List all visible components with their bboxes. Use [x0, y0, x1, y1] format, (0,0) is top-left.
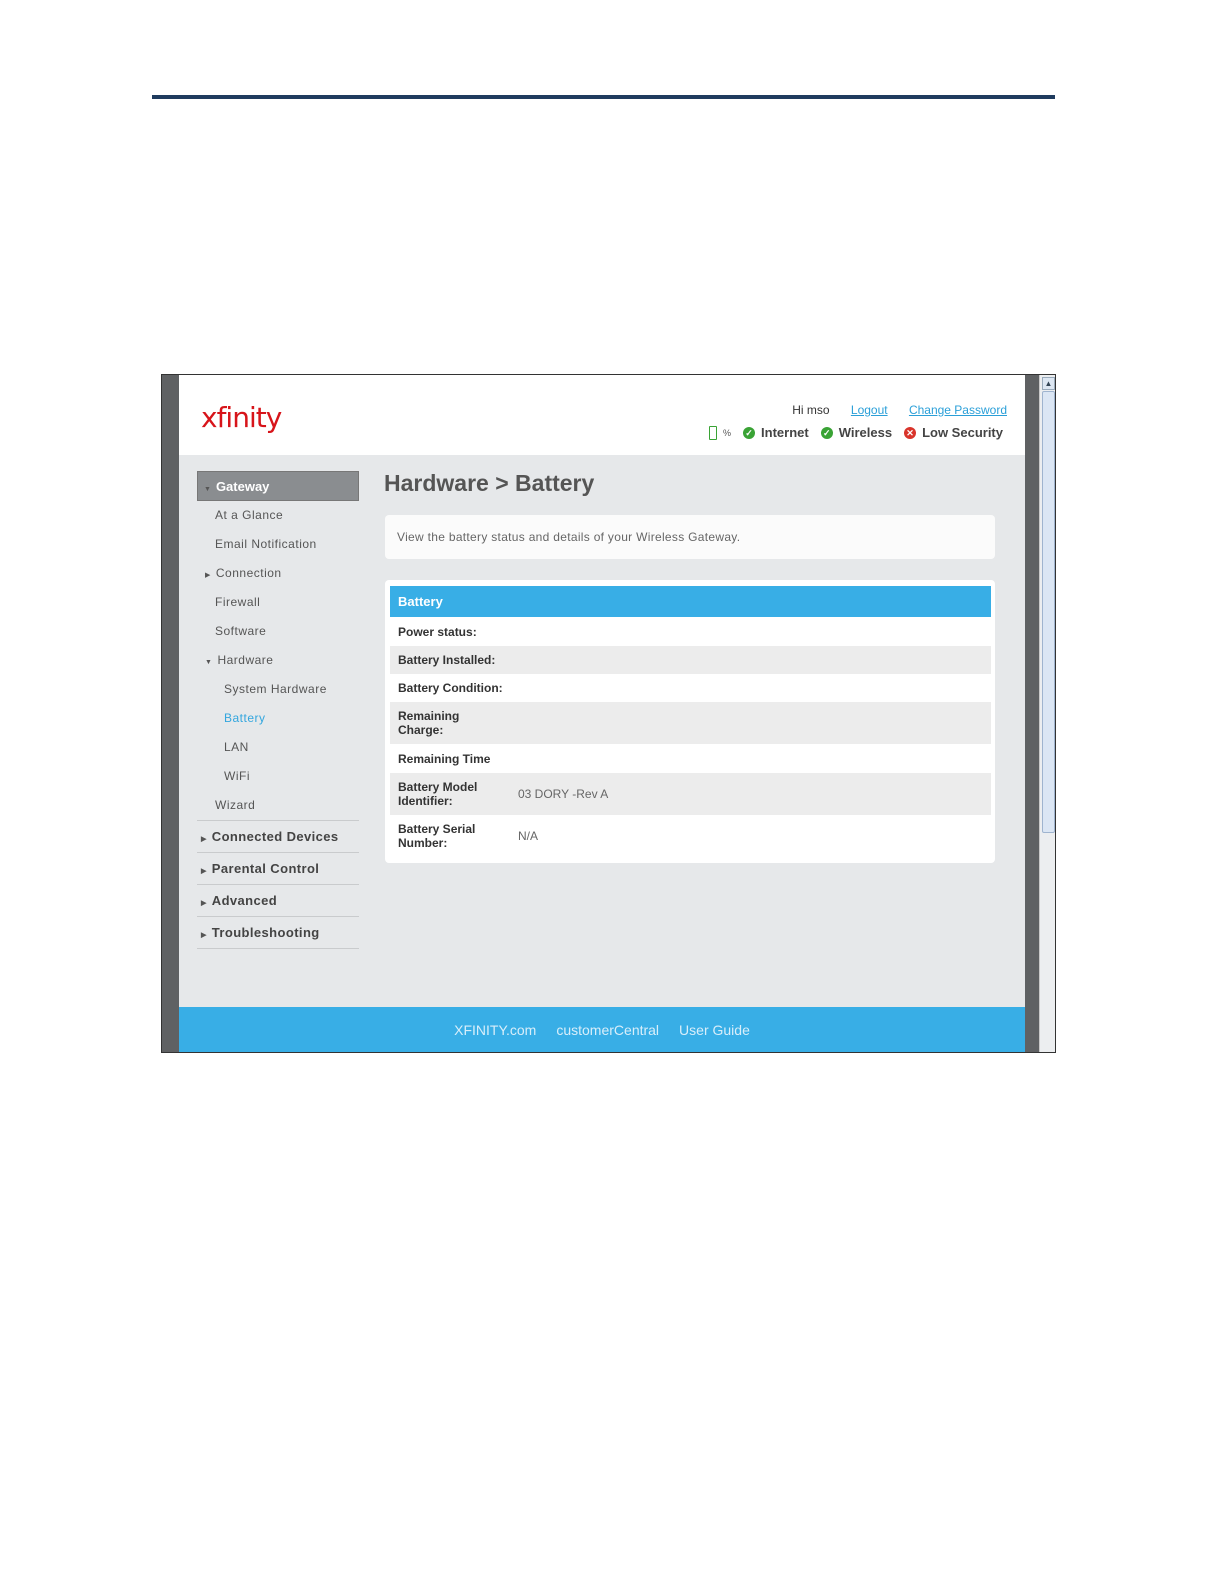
- header: xfinity Hi mso Logout Change Password % …: [179, 375, 1025, 455]
- battery-percent: %: [723, 427, 732, 438]
- sidebar-item-hardware[interactable]: ▼ Hardware: [197, 646, 359, 675]
- triangle-down-icon: ▼: [204, 486, 211, 493]
- sidebar-section-advanced[interactable]: ▶ Advanced: [197, 885, 359, 917]
- sidebar-section-connected-devices[interactable]: ▶ Connected Devices: [197, 821, 359, 853]
- triangle-right-icon: ▶: [201, 868, 207, 875]
- security-status[interactable]: ✕ Low Security: [904, 425, 1003, 440]
- wireless-label: Wireless: [838, 425, 893, 440]
- table-row: Battery Condition:: [390, 674, 991, 702]
- sidebar-section-parental-control[interactable]: ▶ Parental Control: [197, 853, 359, 885]
- footer-link-customer-central[interactable]: customerCentral: [556, 1022, 659, 1038]
- row-label: Battery Condition:: [398, 681, 503, 695]
- sidebar-item-wifi[interactable]: WiFi: [197, 762, 359, 791]
- vertical-scrollbar[interactable]: ▲: [1039, 375, 1055, 1052]
- browser-window: xfinity Hi mso Logout Change Password % …: [179, 375, 1025, 1052]
- row-label: Remaining Charge:: [398, 709, 460, 737]
- scroll-up-arrow-icon[interactable]: ▲: [1042, 377, 1055, 390]
- table-row: Battery Installed:: [390, 646, 991, 674]
- battery-icon: [709, 425, 718, 440]
- battery-panel: Battery Power status: Battery Installed:…: [385, 580, 995, 863]
- sidebar-item-system-hardware[interactable]: System Hardware: [197, 675, 359, 704]
- sidebar-item-gateway[interactable]: ▼ Gateway: [197, 471, 359, 501]
- footer: XFINITY.com customerCentral User Guide: [179, 1007, 1025, 1052]
- row-label: Battery Model Identifier:: [398, 780, 478, 808]
- row-label: Battery Installed:: [398, 653, 496, 667]
- greeting: Hi mso: [792, 403, 830, 417]
- scrollbar-thumb[interactable]: [1042, 391, 1055, 833]
- page-title: Hardware > Battery: [384, 470, 595, 496]
- check-icon: ✓: [743, 426, 756, 439]
- sidebar-item-connection[interactable]: ▶ Connection: [197, 559, 359, 588]
- sidebar-item-wizard[interactable]: Wizard: [197, 791, 359, 821]
- row-label: Battery Serial Number:: [398, 822, 476, 850]
- battery-status: %: [709, 425, 732, 440]
- hardware-label: Hardware: [217, 653, 274, 667]
- parental-control-label: Parental Control: [211, 861, 320, 876]
- table-row: Battery Serial Number: N/A: [390, 815, 991, 857]
- footer-link-xfinity[interactable]: XFINITY.com: [454, 1022, 536, 1038]
- connected-devices-label: Connected Devices: [211, 829, 339, 844]
- security-label[interactable]: Low Security: [922, 425, 1003, 440]
- row-label: Remaining Time: [398, 751, 491, 766]
- x-icon: ✕: [904, 426, 917, 439]
- triangle-right-icon: ▶: [201, 932, 207, 939]
- change-password-link[interactable]: Change Password: [909, 403, 1007, 417]
- page-description: View the battery status and details of y…: [385, 515, 995, 559]
- internet-status: ✓ Internet: [743, 425, 809, 440]
- triangle-right-icon: ▶: [205, 572, 211, 579]
- battery-table: Power status: Battery Installed: Battery…: [390, 618, 991, 857]
- check-icon: ✓: [820, 426, 833, 439]
- logout-link[interactable]: Logout: [851, 403, 888, 417]
- sidebar-item-battery[interactable]: Battery: [197, 704, 359, 733]
- troubleshooting-label: Troubleshooting: [211, 925, 320, 940]
- user-bar: Hi mso Logout Change Password: [774, 403, 1007, 417]
- gateway-label: Gateway: [215, 479, 270, 494]
- screenshot-frame: xfinity Hi mso Logout Change Password % …: [161, 374, 1056, 1053]
- sidebar-item-firewall[interactable]: Firewall: [197, 588, 359, 617]
- triangle-right-icon: ▶: [201, 836, 207, 843]
- triangle-right-icon: ▶: [201, 900, 207, 907]
- top-rule: [152, 95, 1055, 99]
- connection-label: Connection: [215, 566, 282, 580]
- sidebar-item-at-a-glance[interactable]: At a Glance: [197, 501, 359, 530]
- internet-label: Internet: [761, 425, 809, 440]
- triangle-down-icon: ▼: [205, 659, 213, 666]
- table-row: Remaining Charge:: [390, 702, 991, 744]
- panel-title: Battery: [390, 586, 991, 617]
- sidebar-item-email-notification[interactable]: Email Notification: [197, 530, 359, 559]
- row-value: N/A: [518, 829, 539, 843]
- table-row: Remaining Time: [390, 744, 991, 773]
- table-row: Battery Model Identifier: 03 DORY -Rev A: [390, 773, 991, 815]
- sidebar-section-troubleshooting[interactable]: ▶ Troubleshooting: [197, 917, 359, 949]
- advanced-label: Advanced: [211, 893, 278, 908]
- wireless-status: ✓ Wireless: [820, 425, 893, 440]
- table-row: Power status:: [390, 618, 991, 646]
- sidebar-item-software[interactable]: Software: [197, 617, 359, 646]
- xfinity-logo[interactable]: xfinity: [201, 401, 282, 434]
- row-label: Power status:: [398, 625, 477, 639]
- sidebar-item-lan[interactable]: LAN: [197, 733, 359, 762]
- sidebar-nav: ▼ Gateway At a Glance Email Notification …: [197, 471, 359, 949]
- footer-link-user-guide[interactable]: User Guide: [679, 1022, 750, 1038]
- status-bar: % ✓ Internet ✓ Wireless ✕ Low Security: [697, 425, 1003, 440]
- row-value: 03 DORY -Rev A: [518, 787, 609, 801]
